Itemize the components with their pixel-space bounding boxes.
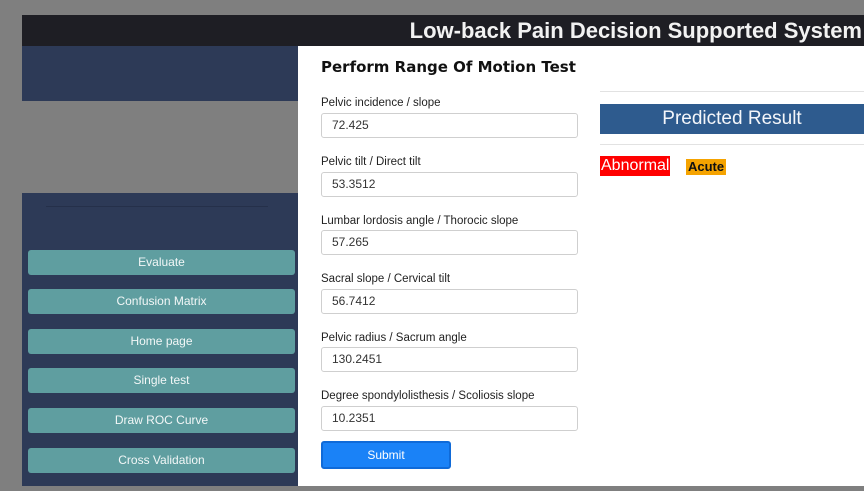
sacral-slope-input[interactable]: 56.7412	[321, 289, 578, 314]
evaluate-button[interactable]: Evaluate	[28, 250, 295, 275]
lumbar-lordosis-label: Lumbar lordosis angle / Thorocic slope	[321, 215, 519, 227]
submit-button[interactable]: Submit	[321, 441, 451, 469]
pelvic-tilt-label: Pelvic tilt / Direct tilt	[321, 156, 421, 168]
lumbar-lordosis-input[interactable]: 57.265	[321, 230, 578, 255]
test-form: Perform Range Of Motion Test Pelvic inci…	[302, 46, 582, 486]
form-title: Perform Range Of Motion Test	[321, 58, 576, 76]
pelvic-radius-label: Pelvic radius / Sacrum angle	[321, 332, 467, 344]
app-title: Low-back Pain Decision Supported System	[409, 18, 862, 43]
title-bar: Low-back Pain Decision Supported System	[22, 15, 864, 46]
abnormal-badge: Abnormal	[600, 156, 671, 176]
app-window: Low-back Pain Decision Supported System …	[22, 15, 864, 486]
cross-validation-button[interactable]: Cross Validation	[28, 448, 295, 473]
spondylolisthesis-input[interactable]: 10.2351	[321, 406, 578, 431]
sidebar-nav: Evaluate Confusion Matrix Home page Sing…	[22, 193, 298, 486]
pelvic-tilt-input[interactable]: 53.3512	[321, 172, 578, 197]
predicted-result-header: Predicted Result	[600, 104, 864, 134]
pelvic-incidence-input[interactable]: 72.425	[321, 113, 578, 138]
pelvic-radius-input[interactable]: 130.2451	[321, 347, 578, 372]
pelvic-incidence-label: Pelvic incidence / slope	[321, 97, 441, 109]
result-divider-bottom	[600, 144, 864, 145]
spondylolisthesis-label: Degree spondylolisthesis / Scoliosis slo…	[321, 390, 535, 402]
sidebar-spacer	[22, 101, 298, 193]
confusion-matrix-button[interactable]: Confusion Matrix	[28, 289, 295, 314]
sacral-slope-label: Sacral slope / Cervical tilt	[321, 273, 451, 285]
home-page-button[interactable]: Home page	[28, 329, 295, 354]
result-divider-top	[600, 91, 864, 92]
acute-badge: Acute	[686, 159, 727, 175]
sidebar-divider	[46, 206, 268, 207]
result-panel: Predicted Result Abnormal Acute	[600, 46, 864, 486]
draw-roc-curve-button[interactable]: Draw ROC Curve	[28, 408, 295, 433]
single-test-button[interactable]: Single test	[28, 368, 295, 393]
sidebar-header-panel	[22, 46, 298, 101]
